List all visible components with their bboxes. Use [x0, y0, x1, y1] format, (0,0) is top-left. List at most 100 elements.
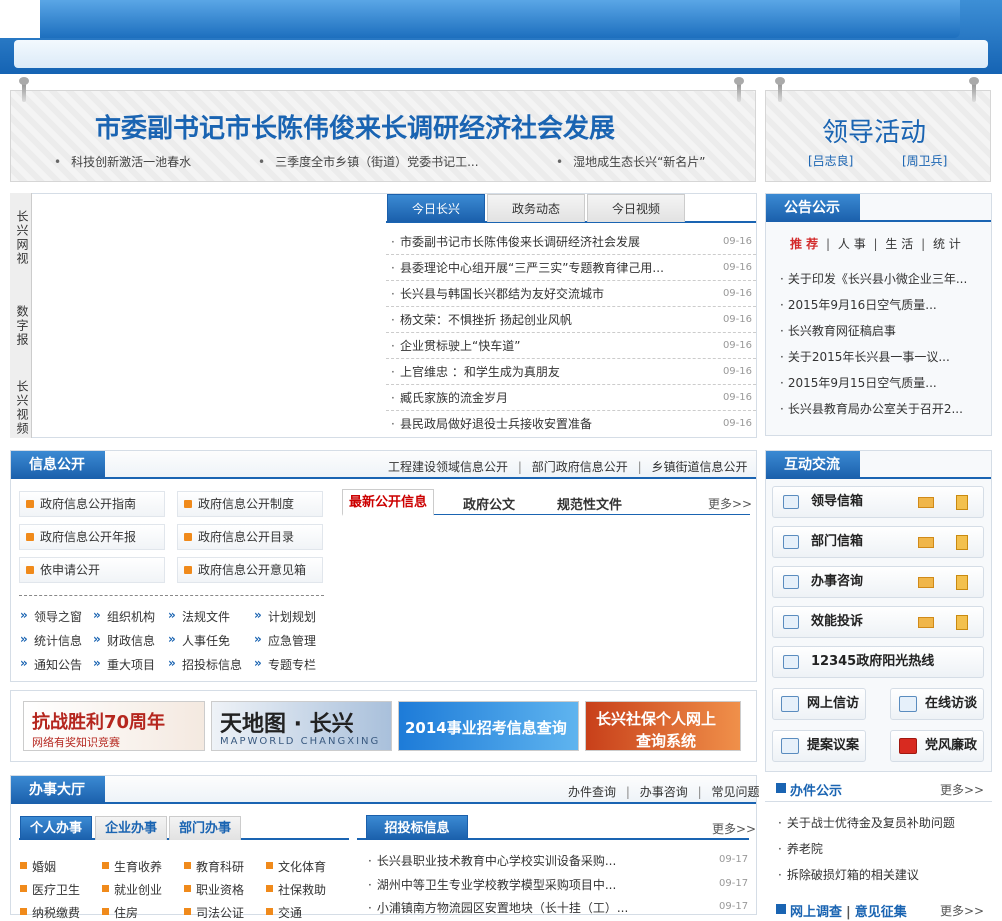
- quick-link[interactable]: 财政信息: [93, 632, 155, 649]
- document-icon[interactable]: [956, 535, 968, 550]
- ad-social-security[interactable]: 长兴社保个人网上 查询系统: [585, 701, 741, 751]
- quick-link[interactable]: 人事任免: [168, 632, 230, 649]
- quick-link[interactable]: 重大项目: [93, 656, 155, 673]
- news-item[interactable]: 长兴县与韩国长兴郡结为友好交流城市 09-16: [386, 281, 756, 307]
- service-item[interactable]: 就业创业: [102, 881, 162, 898]
- tab-today-video[interactable]: 今日视频: [587, 194, 685, 222]
- service-item[interactable]: 纳税缴费: [20, 904, 80, 921]
- clean-gov-button[interactable]: 党风廉政: [890, 730, 984, 762]
- headline-title[interactable]: 市委副书记市长陈伟俊来长调研经济社会发展: [95, 108, 615, 145]
- ad-recruitment[interactable]: 2014事业招考信息查询: [398, 701, 579, 751]
- document-icon[interactable]: [956, 495, 968, 510]
- quick-link[interactable]: 应急管理: [254, 632, 316, 649]
- quick-link[interactable]: 专题专栏: [254, 656, 316, 673]
- news-item[interactable]: 杨文荣：不惧挫折 扬起创业风帆 09-16: [386, 307, 756, 333]
- notice-item[interactable]: 关于2015年长兴县一事一议...: [780, 348, 950, 365]
- news-title[interactable]: 市委副书记市长陈伟俊来长调研经济社会发展: [391, 229, 640, 255]
- service-item[interactable]: 住房: [102, 904, 138, 921]
- news-title[interactable]: 县委理论中心组开展“三严三实”专题教育律己用...: [391, 255, 664, 281]
- quick-link[interactable]: 领导之窗: [20, 608, 82, 625]
- news-item[interactable]: 上官维忠 ：和学生成为真朋友 09-16: [386, 359, 756, 385]
- tab-personnel[interactable]: 人 事: [838, 237, 866, 251]
- tab-gov-docs[interactable]: 政府公文: [463, 494, 515, 513]
- service-item[interactable]: 教育科研: [184, 858, 244, 875]
- btn-info-guide[interactable]: 政府信息公开指南: [19, 491, 165, 517]
- service-item[interactable]: 医疗卫生: [20, 881, 80, 898]
- notice-item[interactable]: 长兴县教育局办公室关于召开2...: [780, 400, 963, 417]
- btn-info-feedback[interactable]: 政府信息公开意见箱: [177, 557, 323, 583]
- notice-item[interactable]: 关于印发《长兴县小微企业三年...: [780, 270, 967, 287]
- complaint-button[interactable]: 效能投诉: [772, 606, 984, 638]
- service-item[interactable]: 司法公证: [184, 904, 244, 921]
- bid-item[interactable]: 长兴县职业技术教育中心学校实训设备采购...: [368, 852, 616, 869]
- tab-latest-info[interactable]: 最新公开信息: [342, 489, 434, 516]
- banjian-item[interactable]: 拆除破损灯箱的相关建议: [778, 866, 919, 883]
- news-item[interactable]: 企业贯标驶上“快车道” 09-16: [386, 333, 756, 359]
- video-player-area[interactable]: [33, 194, 379, 437]
- ad-tianditu[interactable]: 天地图 · 长兴 MAPWORLD CHANGXING: [211, 701, 392, 751]
- quick-link[interactable]: 统计信息: [20, 632, 82, 649]
- bid-item[interactable]: 湖州中等卫生专业学校教学模型采购项目中...: [368, 876, 616, 893]
- tab-today-changxing[interactable]: 今日长兴: [387, 194, 485, 222]
- service-item[interactable]: 交通: [266, 904, 302, 921]
- news-title[interactable]: 杨文荣：不惧挫折 扬起创业风帆: [391, 307, 572, 333]
- proposal-button[interactable]: 提案议案: [772, 730, 866, 762]
- mail-icon[interactable]: [918, 577, 934, 588]
- link-construction-info[interactable]: 工程建设领域信息公开: [388, 460, 508, 474]
- mail-icon[interactable]: [918, 537, 934, 548]
- banjian-more-link[interactable]: 更多>>: [940, 781, 984, 798]
- tab-normative-docs[interactable]: 规范性文件: [557, 494, 622, 513]
- news-title[interactable]: 长兴县与韩国长兴郡结为友好交流城市: [391, 281, 604, 307]
- news-item[interactable]: 县民政局做好退役士兵接收安置准备 09-16: [386, 411, 756, 437]
- link-faq[interactable]: 常见问题: [711, 785, 759, 799]
- bid-item[interactable]: 小浦镇南方物流园区安置地块（长十挂（工）...: [368, 899, 628, 916]
- news-item[interactable]: 臧氏家族的流金岁月 09-16: [386, 385, 756, 411]
- news-item[interactable]: 县委理论中心组开展“三严三实”专题教育律己用... 09-16: [386, 255, 756, 281]
- service-item[interactable]: 文化体育: [266, 858, 326, 875]
- news-title[interactable]: 企业贯标驶上“快车道”: [391, 333, 520, 359]
- online-interview-button[interactable]: 在线访谈: [890, 688, 984, 720]
- service-item[interactable]: 社保救助: [266, 881, 326, 898]
- online-petition-button[interactable]: 网上信访: [772, 688, 866, 720]
- quick-link[interactable]: 通知公告: [20, 656, 82, 673]
- leader-name-link[interactable]: [周卫兵]: [902, 152, 947, 169]
- headline-sub-link[interactable]: 三季度全市乡镇（街道）党委书记工...: [258, 153, 478, 170]
- notice-item[interactable]: 2015年9月15日空气质量...: [780, 374, 937, 391]
- bid-title[interactable]: 招投标信息: [366, 815, 468, 840]
- btn-info-catalog[interactable]: 政府信息公开目录: [177, 524, 323, 550]
- tab-life[interactable]: 生 活: [885, 237, 913, 251]
- tab-personal[interactable]: 个人办事: [20, 816, 92, 840]
- service-item[interactable]: 职业资格: [184, 881, 244, 898]
- notice-item[interactable]: 2015年9月16日空气质量...: [780, 296, 937, 313]
- btn-apply-public[interactable]: 依申请公开: [19, 557, 165, 583]
- service-item[interactable]: 婚姻: [20, 858, 56, 875]
- banjian-item[interactable]: 养老院: [778, 840, 823, 857]
- tab-gov-news[interactable]: 政务动态: [487, 194, 585, 222]
- hotline-button[interactable]: 12345政府阳光热线: [772, 646, 984, 678]
- link-dept-info[interactable]: 部门政府信息公开: [532, 460, 628, 474]
- leader-name-link[interactable]: [吕志良]: [808, 152, 853, 169]
- mail-icon[interactable]: [918, 497, 934, 508]
- changxing-video-side-tab[interactable]: 长兴视频: [10, 357, 32, 438]
- document-icon[interactable]: [956, 575, 968, 590]
- quick-link[interactable]: 组织机构: [93, 608, 155, 625]
- news-title[interactable]: 臧氏家族的流金岁月: [391, 385, 508, 411]
- service-item[interactable]: 生育收养: [102, 858, 162, 875]
- tab-stats[interactable]: 统 计: [933, 237, 961, 251]
- consult-button[interactable]: 办事咨询: [772, 566, 984, 598]
- video-side-tab[interactable]: 长兴网视: [10, 193, 32, 275]
- notice-item[interactable]: 长兴教育网征稿启事: [780, 322, 896, 339]
- headline-sub-link[interactable]: 湿地成生态长兴“新名片”: [556, 153, 705, 170]
- tab-department[interactable]: 部门办事: [169, 816, 241, 840]
- quick-link[interactable]: 招投标信息: [168, 656, 242, 673]
- quick-link[interactable]: 法规文件: [168, 608, 230, 625]
- link-town-info[interactable]: 乡镇街道信息公开: [651, 460, 747, 474]
- dept-mailbox-button[interactable]: 部门信箱: [772, 526, 984, 558]
- tab-recommend[interactable]: 推 荐: [790, 237, 818, 251]
- link-consult[interactable]: 办事咨询: [640, 785, 688, 799]
- news-title[interactable]: 县民政局做好退役士兵接收安置准备: [391, 411, 592, 437]
- bid-more-link[interactable]: 更多>>: [712, 820, 756, 837]
- document-icon[interactable]: [956, 615, 968, 630]
- digital-paper-side-tab[interactable]: 数字报: [10, 275, 32, 357]
- info-more-link[interactable]: 更多>>: [708, 495, 752, 512]
